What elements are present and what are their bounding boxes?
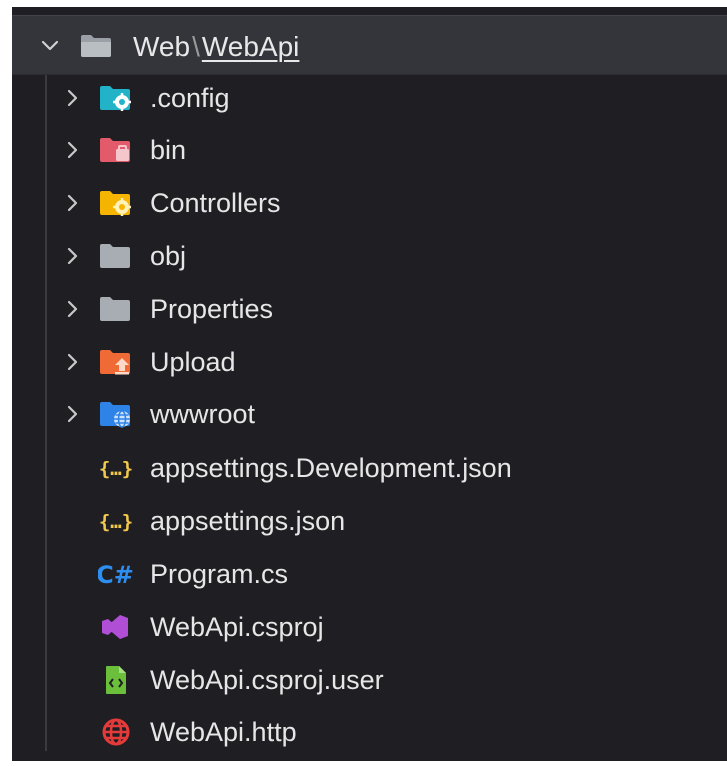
tree-item-label: appsettings.json [150,506,346,536]
tree-item-appsettings-development-json[interactable]: {…} appsettings.Development.json [12,442,727,494]
tree-item-label: Controllers [150,188,281,218]
xml-user-file-icon [106,666,126,694]
tree-item-properties[interactable]: Properties [12,283,727,335]
controllers-folder-icon [100,191,131,216]
breadcrumb-current[interactable]: WebApi [202,31,300,62]
tree-item-bin[interactable]: bin [12,124,727,176]
tree-item-webapi-csproj[interactable]: WebApi.csproj [12,601,727,653]
chevron-down-icon[interactable] [40,36,60,56]
open-folder-icon [81,35,111,57]
wwwroot-folder-icon [100,402,130,428]
json-file-icon: {…} [99,511,133,533]
chevron-right-icon[interactable] [64,88,82,108]
chevron-right-icon[interactable] [64,140,82,160]
tree-item-label: Program.cs [150,559,289,589]
bin-folder-icon [100,138,130,162]
tree-item-label: .config [150,83,230,113]
tree-item-wwwroot[interactable]: wwwroot [12,388,727,440]
folder-header-row[interactable]: Web\WebApi [12,15,727,75]
tree-item-label: WebApi.csproj.user [150,665,384,695]
svg-text:C#: C# [98,561,134,589]
upload-folder-icon [100,350,130,375]
tree-item-obj[interactable]: obj [12,230,727,282]
tree-item-label: obj [150,241,187,271]
chevron-right-icon[interactable] [64,404,82,424]
tree-item-webapi-csproj-user[interactable]: WebApi.csproj.user [12,654,727,706]
breadcrumb-parent[interactable]: Web [133,31,190,62]
svg-text:{…}: {…} [99,458,133,480]
tree-item-upload[interactable]: Upload [12,336,727,388]
obj-folder-icon [100,244,130,268]
tree-item-label: bin [150,135,187,165]
tree-item-label: wwwroot [150,399,256,429]
svg-text:{…}: {…} [99,511,133,533]
file-explorer-panel: Web\WebApi .config bin Controllers obj P… [12,7,727,761]
json-file-icon: {…} [99,458,133,480]
tree-item-webapi-http[interactable]: WebApi.http [12,706,727,758]
chevron-right-icon[interactable] [64,193,82,213]
visual-studio-project-icon [102,615,128,639]
http-file-icon [102,718,130,746]
tree-item-label: appsettings.Development.json [150,453,512,483]
tree-item-program-cs[interactable]: C# Program.cs [12,548,727,600]
breadcrumb: Web\WebApi [133,32,299,62]
tree-item-config[interactable]: .config [12,72,727,124]
tree-item-label: WebApi.csproj [150,612,324,642]
chevron-right-icon[interactable] [64,246,82,266]
tree-item-appsettings-json[interactable]: {…} appsettings.json [12,495,727,547]
tree-item-label: Properties [150,294,274,324]
chevron-right-icon[interactable] [64,352,82,372]
tree-item-label: Upload [150,347,236,377]
chevron-right-icon[interactable] [64,299,82,319]
tree-item-controllers[interactable]: Controllers [12,177,727,229]
csharp-file-icon: C# [98,561,134,589]
tree-item-label: WebApi.http [150,717,297,747]
properties-folder-icon [100,297,130,321]
config-folder-icon [100,86,131,111]
breadcrumb-separator: \ [192,31,200,62]
